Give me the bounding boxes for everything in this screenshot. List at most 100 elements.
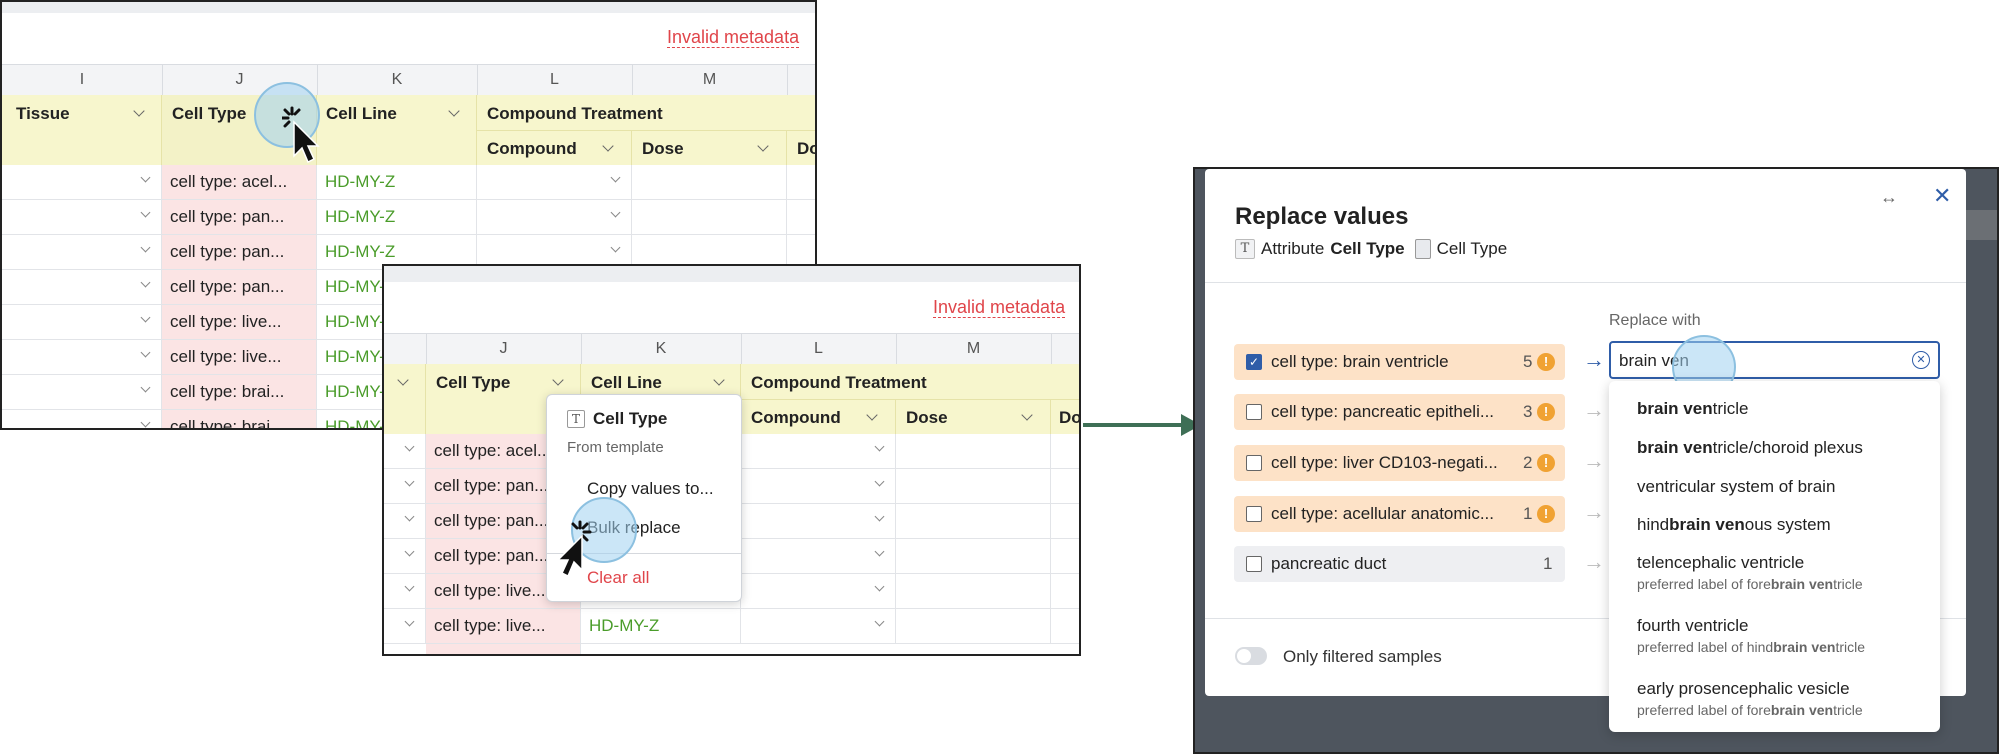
chevron-down-icon[interactable] xyxy=(404,581,415,592)
dose-cell[interactable] xyxy=(632,165,787,199)
checkbox[interactable] xyxy=(1246,556,1262,572)
chevron-down-icon[interactable] xyxy=(448,105,460,117)
chevron-down-icon[interactable] xyxy=(552,374,564,386)
tissue-cell[interactable] xyxy=(384,539,426,573)
chevron-down-icon[interactable] xyxy=(140,172,151,183)
tissue-cell[interactable] xyxy=(2,340,162,374)
menu-item-copy-values[interactable]: Copy values to... xyxy=(587,479,714,499)
chevron-down-icon[interactable] xyxy=(874,441,885,452)
column-letter-l[interactable]: L xyxy=(741,334,897,364)
dose-cell[interactable] xyxy=(896,609,1051,643)
value-row[interactable]: cell type: pancreatic epitheli... 3 ! xyxy=(1234,394,1565,430)
suggestion-item[interactable]: ventricular system of brain xyxy=(1609,477,1940,497)
column-letter-i[interactable]: I xyxy=(2,65,163,95)
compound-cell[interactable] xyxy=(741,574,896,608)
chevron-down-icon[interactable] xyxy=(874,511,885,522)
chevron-down-icon[interactable] xyxy=(713,374,725,386)
tissue-cell[interactable] xyxy=(2,305,162,339)
cell-type-cell[interactable]: cell type: pan... xyxy=(162,235,317,269)
header-cell-line[interactable]: Cell Line xyxy=(317,95,477,165)
invalid-metadata-link[interactable]: Invalid metadata xyxy=(933,297,1066,318)
dose-cell[interactable] xyxy=(896,469,1051,503)
checkbox[interactable]: ✓ xyxy=(1246,354,1262,370)
dose-cell[interactable] xyxy=(632,200,787,234)
menu-item-clear-all[interactable]: Clear all xyxy=(587,568,649,588)
invalid-metadata-link[interactable]: Invalid metadata xyxy=(667,27,800,48)
dose-cell[interactable] xyxy=(896,434,1051,468)
cell-type-cell[interactable]: cell type: pan... xyxy=(162,270,317,304)
chevron-down-icon[interactable] xyxy=(610,242,621,253)
expand-icon[interactable]: ↔ xyxy=(1880,187,1898,208)
chevron-down-icon[interactable] xyxy=(874,546,885,557)
checkbox[interactable] xyxy=(1246,506,1262,522)
chevron-down-icon[interactable] xyxy=(140,312,151,323)
dose-cell[interactable] xyxy=(896,574,1051,608)
tissue-cell[interactable] xyxy=(2,200,162,234)
chevron-down-icon[interactable] xyxy=(757,140,769,152)
cell-type-cell[interactable]: cell type: pan... xyxy=(162,200,317,234)
chevron-down-icon[interactable] xyxy=(1021,409,1033,421)
compound-cell[interactable] xyxy=(477,165,632,199)
suggestion-item[interactable]: telencephalic ventricle preferred label … xyxy=(1609,553,1940,592)
tissue-cell[interactable] xyxy=(384,574,426,608)
chevron-down-icon[interactable] xyxy=(404,616,415,627)
dose-cell[interactable] xyxy=(896,539,1051,573)
subheader-compound[interactable]: Compound xyxy=(741,399,896,434)
chevron-down-icon[interactable] xyxy=(874,616,885,627)
tissue-cell[interactable] xyxy=(384,504,426,538)
compound-cell[interactable] xyxy=(741,469,896,503)
dose-cell[interactable] xyxy=(896,504,1051,538)
only-filtered-toggle[interactable] xyxy=(1235,647,1267,665)
cell-line-cell[interactable]: HD-MY-Z xyxy=(317,165,477,199)
chevron-down-icon[interactable] xyxy=(404,546,415,557)
chevron-down-icon[interactable] xyxy=(874,581,885,592)
column-letter-m[interactable]: M xyxy=(896,334,1052,364)
chevron-down-icon[interactable] xyxy=(874,476,885,487)
column-letter-k[interactable]: K xyxy=(317,65,478,95)
compound-cell[interactable] xyxy=(741,609,896,643)
cell-type-cell[interactable]: cell type: acel... xyxy=(162,165,317,199)
tissue-cell[interactable] xyxy=(384,469,426,503)
cell-type-cell[interactable] xyxy=(426,644,581,654)
clear-input-icon[interactable]: ✕ xyxy=(1912,351,1930,369)
tissue-cell[interactable] xyxy=(384,609,426,643)
chevron-down-icon[interactable] xyxy=(140,242,151,253)
cell-type-cell[interactable]: cell type: live... xyxy=(162,305,317,339)
subheader-dose[interactable]: Dose xyxy=(896,399,1051,434)
header-tissue[interactable] xyxy=(384,364,426,434)
header-compound-treatment[interactable]: Compound Treatment xyxy=(741,364,1079,399)
value-row[interactable]: cell type: acellular anatomic... 1 ! xyxy=(1234,496,1565,532)
column-letter-k[interactable]: K xyxy=(581,334,742,364)
tissue-cell[interactable] xyxy=(384,434,426,468)
tissue-cell[interactable] xyxy=(2,375,162,409)
chevron-down-icon[interactable] xyxy=(610,172,621,183)
subheader-compound[interactable]: Compound xyxy=(477,130,632,165)
suggestion-item[interactable]: hindbrain venous system xyxy=(1609,515,1940,535)
chevron-down-icon[interactable] xyxy=(140,382,151,393)
suggestion-item[interactable]: brain ventricle/choroid plexus xyxy=(1609,438,1940,458)
cell-type-cell[interactable]: cell type: brai... xyxy=(162,375,317,409)
chevron-down-icon[interactable] xyxy=(404,441,415,452)
column-letter-j[interactable]: J xyxy=(426,334,582,364)
replace-input[interactable]: brain ven ✕ xyxy=(1609,341,1940,379)
compound-cell[interactable] xyxy=(741,539,896,573)
chevron-down-icon[interactable] xyxy=(140,207,151,218)
suggestion-item[interactable]: fourth ventricle preferred label of hind… xyxy=(1609,616,1940,655)
tissue-cell[interactable] xyxy=(2,410,162,428)
column-letter-l[interactable]: L xyxy=(477,65,633,95)
column-letter-m[interactable]: M xyxy=(632,65,788,95)
value-row[interactable]: ✓ cell type: brain ventricle 5 ! xyxy=(1234,344,1565,380)
column-letter-blank[interactable] xyxy=(384,334,427,364)
chevron-down-icon[interactable] xyxy=(397,374,409,386)
cell-type-cell[interactable]: cell type: live... xyxy=(162,340,317,374)
checkbox[interactable] xyxy=(1246,404,1262,420)
chevron-down-icon[interactable] xyxy=(866,409,878,421)
tissue-cell[interactable] xyxy=(2,270,162,304)
chevron-down-icon[interactable] xyxy=(610,207,621,218)
chevron-down-icon[interactable] xyxy=(404,476,415,487)
tissue-cell[interactable] xyxy=(2,235,162,269)
cell-line-cell[interactable]: HD-MY-Z xyxy=(317,200,477,234)
close-icon[interactable]: ✕ xyxy=(1933,183,1951,209)
compound-cell[interactable] xyxy=(741,434,896,468)
chevron-down-icon[interactable] xyxy=(404,511,415,522)
